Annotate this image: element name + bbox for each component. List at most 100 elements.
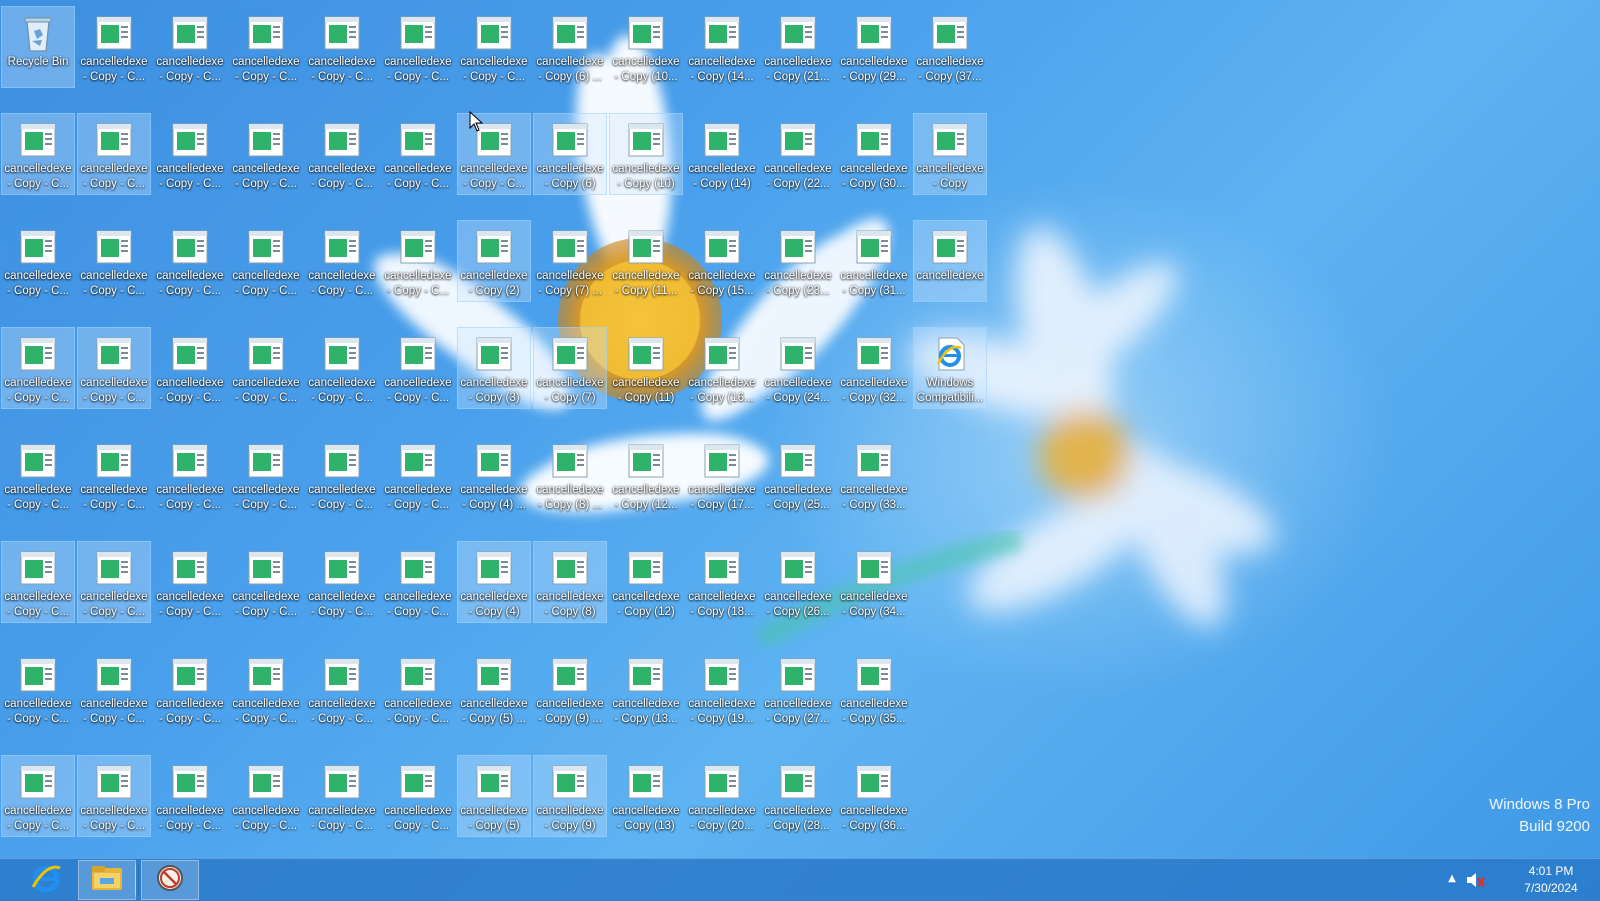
volume-muted-icon[interactable] [1464,869,1486,891]
desktop-file-icon[interactable]: cancelledexe - Copy (10) [609,113,683,195]
desktop-file-icon[interactable]: cancelledexe - Copy - C... [305,113,379,195]
desktop-file-icon[interactable]: cancelledexe - Copy - C... [77,541,151,623]
desktop-file-icon[interactable]: cancelledexe - Copy - C... [153,648,227,730]
desktop-file-icon[interactable]: cancelledexe - Copy - C... [153,6,227,88]
desktop-file-icon[interactable]: cancelledexe - Copy [913,113,987,195]
desktop[interactable]: Recycle Bin cancelledexe - Copy - C... can… [0,0,1600,858]
desktop-file-icon[interactable]: cancelledexe - Copy - C... [77,755,151,837]
desktop-file-icon[interactable]: cancelledexe - Copy (36... [837,755,911,837]
desktop-file-icon[interactable]: cancelledexe - Copy - C... [381,755,455,837]
desktop-file-icon[interactable]: cancelledexe - Copy (8) [533,541,607,623]
taskbar-internet-explorer[interactable] [17,860,75,900]
desktop-file-icon[interactable]: cancelledexe - Copy - C... [457,6,531,88]
desktop-file-icon[interactable]: cancelledexe - Copy - C... [1,755,75,837]
desktop-file-icon[interactable]: cancelledexe - Copy - C... [77,648,151,730]
clock[interactable]: 4:01 PM 7/30/2024 [1512,863,1590,897]
desktop-file-icon[interactable]: cancelledexe - Copy (11... [609,220,683,302]
recycle-bin-shortcut[interactable]: Recycle Bin [1,6,75,88]
desktop-file-icon[interactable]: cancelledexe - Copy (12... [609,434,683,516]
desktop-file-icon[interactable]: cancelledexe - Copy - C... [381,220,455,302]
desktop-file-icon[interactable]: cancelledexe - Copy - C... [381,327,455,409]
desktop-file-icon[interactable]: cancelledexe - Copy (19... [685,648,759,730]
desktop-file-icon[interactable]: cancelledexe - Copy - C... [381,6,455,88]
desktop-file-icon[interactable]: cancelledexe - Copy - C... [77,6,151,88]
desktop-file-icon[interactable]: cancelledexe - Copy (30... [837,113,911,195]
desktop-file-icon[interactable]: cancelledexe [913,220,987,302]
desktop-file-icon[interactable]: cancelledexe - Copy - C... [381,541,455,623]
desktop-file-icon[interactable]: cancelledexe - Copy (26... [761,541,835,623]
desktop-file-icon[interactable]: cancelledexe - Copy (20... [685,755,759,837]
desktop-file-icon[interactable]: cancelledexe - Copy - C... [229,6,303,88]
desktop-file-icon[interactable]: cancelledexe - Copy - C... [153,220,227,302]
desktop-file-icon[interactable]: cancelledexe - Copy (2) [457,220,531,302]
desktop-file-icon[interactable]: cancelledexe - Copy - C... [305,541,379,623]
desktop-file-icon[interactable]: cancelledexe - Copy - C... [153,434,227,516]
desktop-file-icon[interactable]: cancelledexe - Copy - C... [1,541,75,623]
desktop-file-icon[interactable]: cancelledexe - Copy (18... [685,541,759,623]
desktop-file-icon[interactable]: cancelledexe - Copy (7) ... [533,220,607,302]
desktop-file-icon[interactable]: cancelledexe - Copy - C... [153,755,227,837]
desktop-file-icon[interactable]: cancelledexe - Copy - C... [229,541,303,623]
desktop-file-icon[interactable]: cancelledexe - Copy - C... [305,6,379,88]
desktop-file-icon[interactable]: cancelledexe - Copy - C... [77,327,151,409]
taskbar-file-explorer[interactable] [78,860,136,900]
desktop-file-icon[interactable]: cancelledexe - Copy - C... [1,220,75,302]
desktop-file-icon[interactable]: cancelledexe - Copy - C... [153,113,227,195]
desktop-file-icon[interactable]: cancelledexe - Copy (4) ... [457,434,531,516]
desktop-file-icon[interactable]: cancelledexe - Copy - C... [381,113,455,195]
desktop-file-icon[interactable]: cancelledexe - Copy (6) ... [533,6,607,88]
desktop-file-icon[interactable]: cancelledexe - Copy (3) [457,327,531,409]
desktop-file-icon[interactable]: cancelledexe - Copy (14) [685,113,759,195]
desktop-file-icon[interactable]: cancelledexe - Copy - C... [381,648,455,730]
desktop-file-icon[interactable]: cancelledexe - Copy (4) [457,541,531,623]
desktop-file-icon[interactable]: cancelledexe - Copy (7) [533,327,607,409]
desktop-file-icon[interactable]: cancelledexe - Copy (13) [609,755,683,837]
desktop-file-icon[interactable]: cancelledexe - Copy - C... [229,113,303,195]
desktop-file-icon[interactable]: cancelledexe - Copy (13... [609,648,683,730]
windows-compatibility-shortcut[interactable]: Windows Compatibili... [913,327,987,409]
desktop-file-icon[interactable]: cancelledexe - Copy (5) [457,755,531,837]
taskbar-app[interactable] [141,860,199,900]
desktop-file-icon[interactable]: cancelledexe - Copy (6) [533,113,607,195]
desktop-file-icon[interactable]: cancelledexe - Copy (5) ... [457,648,531,730]
desktop-file-icon[interactable]: cancelledexe - Copy - C... [1,327,75,409]
desktop-file-icon[interactable]: cancelledexe - Copy - C... [305,755,379,837]
desktop-file-icon[interactable]: cancelledexe - Copy (24... [761,327,835,409]
desktop-file-icon[interactable]: cancelledexe - Copy (23... [761,220,835,302]
desktop-file-icon[interactable]: cancelledexe - Copy (21... [761,6,835,88]
desktop-file-icon[interactable]: cancelledexe - Copy - C... [77,434,151,516]
desktop-file-icon[interactable]: cancelledexe - Copy (17... [685,434,759,516]
desktop-file-icon[interactable]: cancelledexe - Copy (27... [761,648,835,730]
desktop-file-icon[interactable]: cancelledexe - Copy - C... [229,220,303,302]
desktop-file-icon[interactable]: cancelledexe - Copy (29... [837,6,911,88]
desktop-file-icon[interactable]: cancelledexe - Copy (37... [913,6,987,88]
desktop-file-icon[interactable]: cancelledexe - Copy (22... [761,113,835,195]
desktop-file-icon[interactable]: cancelledexe - Copy (11) [609,327,683,409]
desktop-file-icon[interactable]: cancelledexe - Copy - C... [153,327,227,409]
desktop-file-icon[interactable]: cancelledexe - Copy - C... [229,327,303,409]
desktop-file-icon[interactable]: cancelledexe - Copy (35... [837,648,911,730]
desktop-file-icon[interactable]: cancelledexe - Copy (9) [533,755,607,837]
desktop-file-icon[interactable]: cancelledexe - Copy (28... [761,755,835,837]
desktop-file-icon[interactable]: cancelledexe - Copy - C... [1,113,75,195]
desktop-file-icon[interactable]: cancelledexe - Copy - C... [305,648,379,730]
desktop-file-icon[interactable]: cancelledexe - Copy (8) ... [533,434,607,516]
desktop-file-icon[interactable]: cancelledexe - Copy (32... [837,327,911,409]
desktop-file-icon[interactable]: cancelledexe - Copy - C... [1,434,75,516]
desktop-file-icon[interactable]: cancelledexe - Copy - C... [381,434,455,516]
desktop-file-icon[interactable]: cancelledexe - Copy - C... [305,327,379,409]
desktop-file-icon[interactable]: cancelledexe - Copy - C... [305,434,379,516]
desktop-file-icon[interactable]: cancelledexe - Copy (25... [761,434,835,516]
desktop-file-icon[interactable]: cancelledexe - Copy (33... [837,434,911,516]
desktop-file-icon[interactable]: cancelledexe - Copy - C... [229,434,303,516]
desktop-file-icon[interactable]: cancelledexe - Copy (14... [685,6,759,88]
desktop-file-icon[interactable]: cancelledexe - Copy (10... [609,6,683,88]
desktop-file-icon[interactable]: cancelledexe - Copy - C... [153,541,227,623]
desktop-file-icon[interactable]: cancelledexe - Copy - C... [229,648,303,730]
desktop-file-icon[interactable]: cancelledexe - Copy (15... [685,220,759,302]
desktop-file-icon[interactable]: cancelledexe - Copy - C... [77,220,151,302]
desktop-file-icon[interactable]: cancelledexe - Copy (31... [837,220,911,302]
desktop-file-icon[interactable]: cancelledexe - Copy (16... [685,327,759,409]
show-hidden-icons-button[interactable]: ▲ [1444,871,1460,887]
desktop-file-icon[interactable]: cancelledexe - Copy (34... [837,541,911,623]
